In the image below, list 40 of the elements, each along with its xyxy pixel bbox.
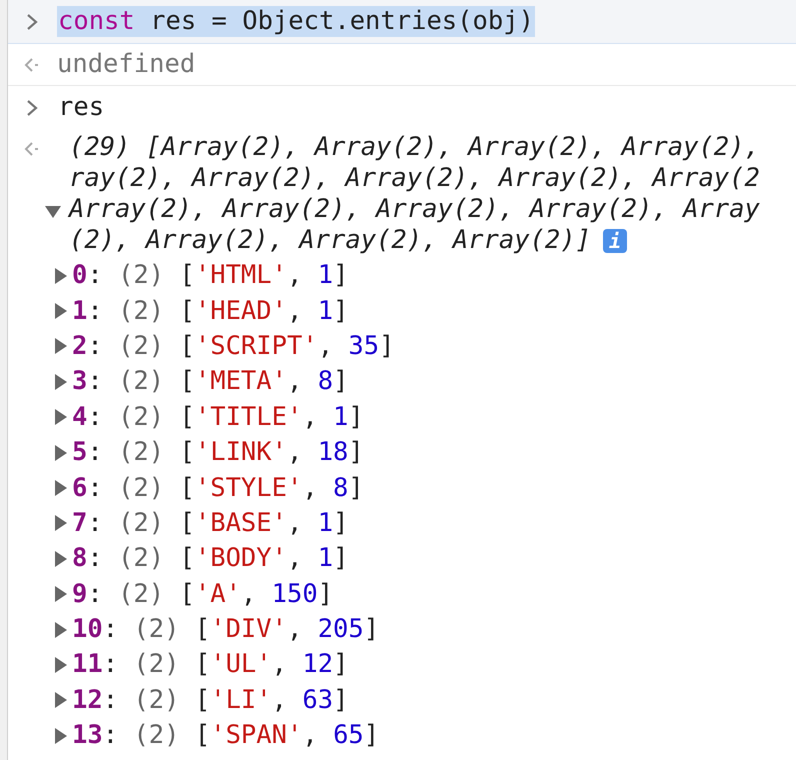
expand-triangle-icon[interactable] — [55, 268, 67, 284]
array-summary-line: (2), Array(2), Array(2), Array(2)] — [69, 225, 591, 256]
expand-triangle-icon[interactable] — [55, 480, 67, 496]
expand-triangle-icon[interactable] — [55, 692, 67, 708]
expand-triangle-icon[interactable] — [55, 586, 67, 602]
expand-triangle-icon[interactable] — [55, 550, 67, 567]
array-summary-line: Array(2), Array(2), Array(2), Array(2), Array — [69, 194, 760, 225]
console-input[interactable]: res — [57, 92, 106, 123]
array-summary-line: ray(2), Array(2), Array(2), Array(2), Array(2 — [69, 163, 760, 194]
expand-triangle-icon[interactable] — [55, 728, 67, 744]
expand-triangle-icon[interactable] — [55, 444, 67, 461]
return-arrow-icon — [24, 142, 40, 156]
array-entry[interactable]: 6: (2) ['STYLE', 8] — [55, 470, 760, 506]
array-entry[interactable]: 12: (2) ['LI', 63] — [55, 682, 760, 718]
array-summary-line: (29) [Array(2), Array(2), Array(2), Array(2), — [69, 132, 760, 163]
output-value: undefined — [57, 49, 196, 80]
array-entry[interactable]: 9: (2) ['A', 150] — [55, 576, 760, 612]
expand-triangle-icon[interactable] — [55, 622, 67, 638]
return-arrow-icon — [24, 58, 40, 72]
expand-triangle-icon[interactable] — [55, 303, 67, 320]
array-entry[interactable]: 10: (2) ['DIV', 205] — [55, 612, 760, 648]
array-entry[interactable]: 5: (2) ['LINK', 18] — [55, 434, 760, 470]
array-entry[interactable]: 7: (2) ['BASE', 1] — [55, 506, 760, 542]
expand-triangle-icon[interactable] — [55, 338, 67, 354]
array-entry[interactable]: 8: (2) ['BODY', 1] — [55, 541, 760, 577]
expand-triangle-icon[interactable] — [55, 409, 67, 426]
prompt-icon — [26, 12, 38, 30]
array-entry[interactable]: 4: (2) ['TITLE', 1] — [55, 400, 760, 435]
array-entry[interactable]: 11: (2) ['UL', 12] — [55, 647, 760, 683]
expand-triangle-icon[interactable] — [55, 656, 67, 673]
array-entry[interactable]: 1: (2) ['HEAD', 1] — [55, 293, 760, 329]
console-input[interactable]: const res = Object.entries(obj) — [57, 6, 535, 37]
prompt-icon — [26, 98, 38, 116]
array-entry[interactable]: 2: (2) ['SCRIPT', 35] — [55, 328, 760, 364]
expand-triangle-icon[interactable] — [55, 515, 67, 532]
array-entry[interactable]: 0: (2) ['HTML', 1] — [55, 258, 760, 294]
expand-triangle-icon[interactable] — [45, 206, 61, 218]
array-entry[interactable]: 13: (2) ['SPAN', 65] — [55, 718, 760, 754]
array-entry[interactable]: 3: (2) ['META', 8] — [55, 364, 760, 400]
expand-triangle-icon[interactable] — [55, 374, 67, 390]
